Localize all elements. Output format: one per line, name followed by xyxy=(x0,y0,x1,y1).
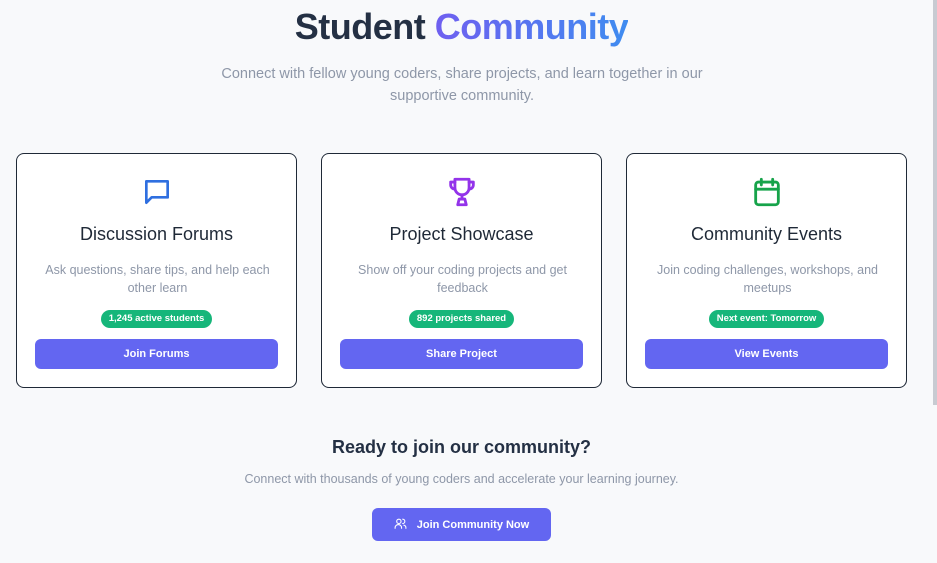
card-title: Project Showcase xyxy=(389,224,534,244)
card-project-showcase: Project Showcase Show off your coding pr… xyxy=(321,153,602,388)
view-events-button[interactable]: View Events xyxy=(645,339,888,369)
card-community-events: Community Events Join coding challenges,… xyxy=(626,153,907,388)
stat-badge: 892 projects shared xyxy=(408,310,515,328)
calendar-icon xyxy=(627,174,906,210)
card-discussion-forums: Discussion Forums Ask questions, share t… xyxy=(16,153,297,388)
card-description: Join coding challenges, workshops, and m… xyxy=(657,263,878,295)
page: Student Community Connect with fellow yo… xyxy=(0,0,937,563)
cta-subtitle: Connect with thousands of young coders a… xyxy=(244,472,679,486)
card-description: Show off your coding projects and get fe… xyxy=(358,263,567,295)
join-community-button[interactable]: Join Community Now xyxy=(372,508,551,541)
page-title: Student Community xyxy=(0,6,923,48)
stat-badge: 1,245 active students xyxy=(100,310,213,328)
share-project-button[interactable]: Share Project xyxy=(340,339,583,369)
cta-title: Ready to join our community? xyxy=(331,437,591,457)
users-icon xyxy=(394,517,407,533)
card-title: Discussion Forums xyxy=(79,224,234,244)
title-part-2: Community xyxy=(434,6,629,47)
join-community-label: Join Community Now xyxy=(416,518,530,531)
trophy-icon xyxy=(322,174,601,210)
card-description: Ask questions, share tips, and help each… xyxy=(45,263,270,295)
page-subtitle: Connect with fellow young coders, share … xyxy=(221,66,703,104)
chat-bubble-icon xyxy=(17,174,296,210)
title-part-1: Student xyxy=(294,6,426,47)
card-title: Community Events xyxy=(690,224,843,244)
stat-badge: Next event: Tomorrow xyxy=(708,310,825,328)
join-forums-button[interactable]: Join Forums xyxy=(35,339,278,369)
scrollbar[interactable] xyxy=(933,0,937,405)
